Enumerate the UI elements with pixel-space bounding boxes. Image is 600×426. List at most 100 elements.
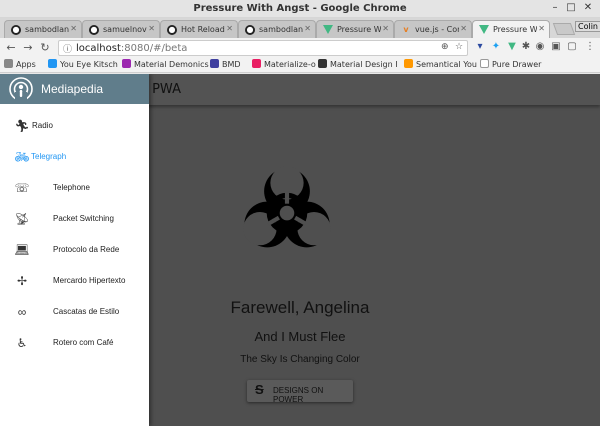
nav-item-label: Telegraph [31, 152, 67, 161]
tab-close-icon[interactable]: ✕ [460, 24, 467, 33]
url-host: localhost [76, 43, 121, 54]
info-icon[interactable]: ⓘ [63, 42, 72, 55]
vue-icon: v [403, 25, 409, 34]
laptop-icon: 💻︎ [14, 243, 30, 257]
nav-item-label: Protocolo da Rede [53, 245, 120, 254]
vue-icon [323, 25, 333, 34]
nav-item-protocolo-da-rede[interactable]: 💻︎ Protocolo da Rede [0, 236, 149, 264]
browser-tab[interactable]: ● samuelnova ✕ [82, 20, 160, 38]
bookmark-favicon-icon [252, 59, 261, 68]
drawer-header: Mediapedia [0, 74, 149, 104]
browser-tab[interactable]: ● Hot Reloadi ✕ [160, 20, 238, 38]
browser-toolbar: ← → ↻ ⓘ localhost:8080/#/beta ⊕ ☆ ▾ ✦ ▼ … [0, 38, 600, 58]
main-subheading: And I Must Flee [254, 329, 346, 344]
nav-item-label: Radio [32, 121, 53, 130]
browser-tab[interactable]: Pressure Wi ✕ [316, 20, 394, 38]
browser-tab[interactable]: v vue.js - Con ✕ [394, 20, 472, 38]
url-path: :8080/#/beta [120, 43, 188, 54]
close-window-icon[interactable]: ✕ [581, 2, 595, 13]
bookmark-item[interactable]: Pure Drawer [480, 59, 541, 69]
podcast-icon [9, 77, 33, 101]
reload-icon[interactable]: ↻ [38, 41, 52, 54]
nav-item-mercardo-hipertexto[interactable]: ✢ Mercardo Hipertexto [0, 267, 149, 295]
profile-button[interactable]: Colin [575, 21, 600, 32]
vue-icon [479, 25, 489, 34]
bookmark-item[interactable]: BMD [210, 59, 241, 69]
bookmark-favicon-icon [210, 59, 219, 68]
main-heading: Farewell, Angelina [230, 298, 370, 317]
extension-icon[interactable]: ▢ [566, 41, 578, 52]
address-url[interactable]: localhost:8080/#/beta [76, 43, 187, 54]
extension-icon[interactable]: ✱ [520, 41, 532, 52]
extension-icon[interactable]: ▾ [474, 41, 486, 52]
main-caption: The Sky Is Changing Color [240, 354, 360, 365]
nav-item-label: Mercardo Hipertexto [53, 276, 126, 285]
infinity-icon: ∞ [17, 305, 27, 319]
nav-item-label: Rotero com Café [53, 338, 114, 347]
browser-tab[interactable]: ● sambodlan ✕ [238, 20, 316, 38]
bookmark-favicon-icon [122, 59, 131, 68]
tab-label: sambodlan [259, 25, 303, 34]
bookmark-item[interactable]: Material Design I [318, 59, 398, 69]
nav-item-packet-switching[interactable]: 📡︎ Packet Switching [0, 205, 149, 233]
back-icon[interactable]: ← [4, 41, 18, 54]
twitter-icon[interactable]: ✦ [490, 41, 502, 52]
tab-label: samuelnova [103, 25, 147, 34]
browser-tab[interactable]: ● sambodlan ✕ [4, 20, 82, 38]
bookmark-item[interactable]: Materialize-o [252, 59, 316, 69]
browser-tab-active[interactable]: Pressure Wi ✕ [472, 20, 550, 38]
bookmark-star-icon[interactable]: ☆ [455, 42, 463, 52]
nav-item-telephone[interactable]: ☏ Telephone [0, 174, 149, 202]
vue-devtools-icon[interactable]: ▼ [506, 41, 518, 52]
github-icon: ● [167, 25, 177, 35]
forward-icon[interactable]: → [21, 41, 35, 54]
designs-on-power-button[interactable]: S DESIGNS ON POWER [247, 380, 353, 404]
nav-item-label: Cascatas de Estilo [53, 307, 120, 316]
menu-icon[interactable]: ⋮ [584, 41, 596, 52]
tab-close-icon[interactable]: ✕ [148, 24, 155, 33]
main-content: Farewell, Angelina And I Must Flee The S… [149, 105, 600, 426]
bicycle-icon: 🚲︎ [14, 150, 30, 164]
new-tab-button[interactable] [552, 23, 576, 35]
nav-item-radio[interactable]: 🏃︎ Radio [0, 112, 149, 140]
running-icon: 🏃︎ [14, 119, 30, 133]
extension-icon[interactable]: ◉ [534, 41, 546, 52]
strikethrough-s-icon: S [255, 382, 264, 397]
bookmark-favicon-icon [318, 59, 327, 68]
fan-icon: ✢ [16, 274, 28, 288]
tab-close-icon[interactable]: ✕ [538, 24, 545, 33]
bookmark-item[interactable]: Semantical You [404, 59, 477, 69]
window-title: Pressure With Angst - Google Chrome [193, 3, 407, 14]
address-bar[interactable]: ⓘ localhost:8080/#/beta ⊕ ☆ [58, 40, 468, 56]
nav-item-label: Telephone [53, 183, 90, 192]
tab-close-icon[interactable]: ✕ [382, 24, 389, 33]
maximize-icon[interactable]: □ [564, 2, 578, 13]
bookmark-item[interactable]: Material Demonics [122, 59, 209, 69]
bookmark-apps[interactable]: Apps [4, 59, 36, 69]
button-label: DESIGNS ON POWER [273, 386, 324, 404]
phone-ringing-icon: ☏ [14, 181, 30, 195]
page-viewport: o PWA Farewell, Angelina And I Must Flee… [0, 74, 600, 426]
nav-item-rotero-com-cafe[interactable]: ♿︎ Rotero com Café [0, 329, 149, 357]
zoom-icon[interactable]: ⊕ [441, 42, 449, 52]
tab-label: vue.js - Con [415, 25, 459, 34]
tab-close-icon[interactable]: ✕ [226, 24, 233, 33]
tab-label: Hot Reloadi [181, 25, 225, 34]
bookmark-item[interactable]: You Eye Kitsch [48, 59, 118, 69]
nav-item-telegraph[interactable]: 🚲︎ Telegraph [0, 143, 149, 171]
drawer-title: Mediapedia [41, 82, 104, 96]
tab-close-icon[interactable]: ✕ [304, 24, 311, 33]
wheelchair-icon: ♿︎ [16, 336, 28, 350]
minimize-icon[interactable]: – [548, 2, 562, 13]
nav-item-label: Packet Switching [53, 214, 114, 223]
tab-label: Pressure Wi [337, 25, 381, 34]
bookmark-favicon-icon [48, 59, 57, 68]
cast-icon[interactable]: ▣ [550, 41, 562, 52]
navigation-drawer: Mediapedia 🏃︎ Radio 🚲︎ Telegraph ☏ Telep… [0, 74, 149, 426]
tab-strip: ● sambodlan ✕ ● samuelnova ✕ ● Hot Reloa… [0, 18, 600, 38]
tab-label: sambodlan [25, 25, 69, 34]
nav-item-cascatas-de-estilo[interactable]: ∞ Cascatas de Estilo [0, 298, 149, 326]
github-icon: ● [245, 25, 255, 35]
tab-close-icon[interactable]: ✕ [70, 24, 77, 33]
bookmark-favicon-icon [404, 59, 413, 68]
